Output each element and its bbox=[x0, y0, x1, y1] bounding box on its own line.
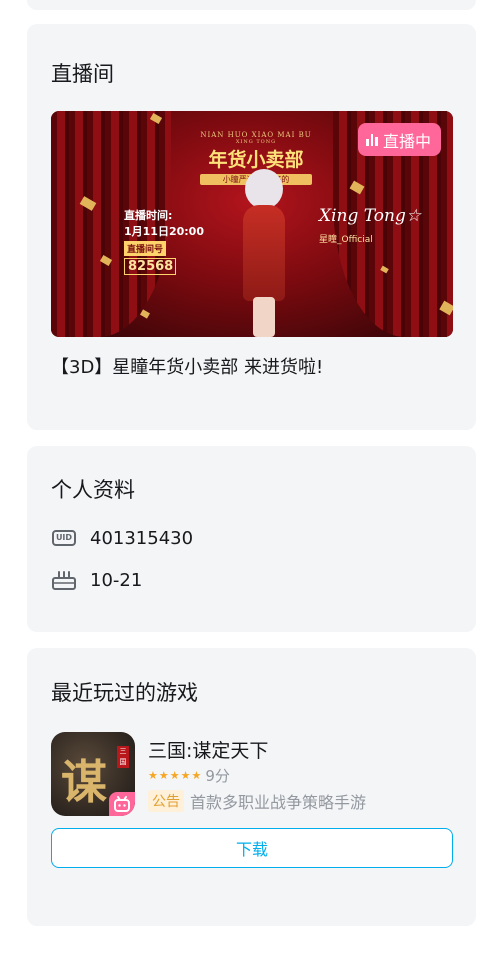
recent-games-title: 最近玩过的游戏 bbox=[51, 681, 198, 705]
banner-en: NIAN HUO XIAO MAI BU bbox=[200, 131, 312, 139]
previous-card bbox=[27, 0, 476, 10]
star-icon: ★ bbox=[158, 769, 169, 782]
game-name[interactable]: 三国:谋定天下 bbox=[148, 736, 268, 763]
game-icon-tag: 三国 bbox=[117, 746, 129, 768]
game-notice: 公告 首款多职业战争策略手游 bbox=[148, 789, 366, 813]
uid-row: UID 401315430 bbox=[51, 527, 193, 549]
figure-head bbox=[245, 169, 283, 209]
live-room-title: 直播间 bbox=[51, 62, 114, 86]
rating-score: 9分 bbox=[205, 767, 230, 785]
cake-icon bbox=[51, 569, 77, 591]
star-icon: ★ bbox=[169, 769, 180, 782]
live-stream-title[interactable]: 【3D】星瞳年货小卖部 来进货啦! bbox=[51, 353, 323, 379]
live-status-badge: 直播中 bbox=[358, 123, 441, 156]
time-value: 1月11日20:00 bbox=[124, 225, 204, 238]
confetti bbox=[140, 309, 150, 319]
signature-text: Xing Tong☆ bbox=[319, 206, 422, 226]
cover-schedule: 直播时间: 1月11日20:00 直播间号 82568 bbox=[124, 207, 204, 275]
birthday-value: 10-21 bbox=[90, 569, 143, 591]
star-icon: ★ bbox=[180, 769, 191, 782]
room-label: 直播间号 bbox=[124, 241, 167, 256]
uid-icon: UID bbox=[51, 527, 77, 549]
game-icon-glyph: 谋 bbox=[61, 755, 107, 809]
star-icon: ★ bbox=[191, 769, 202, 782]
bilibili-tv-icon bbox=[109, 792, 135, 816]
live-room-card: 直播间 NIAN HUO XIAO MAI BU XING TONG 年货小卖部… bbox=[27, 24, 476, 430]
live-bars-icon bbox=[366, 133, 378, 146]
room-number: 82568 bbox=[124, 258, 176, 275]
figure-dress bbox=[243, 205, 285, 301]
game-description: 首款多职业战争策略手游 bbox=[190, 793, 367, 812]
game-app-icon[interactable]: 谋 三国 bbox=[51, 732, 135, 816]
cover-signature: Xing Tong☆ 星瞳_Official bbox=[319, 207, 421, 249]
character-figure bbox=[233, 169, 293, 337]
notice-tag: 公告 bbox=[148, 790, 184, 812]
profile-card: 个人资料 UID 401315430 10-21 bbox=[27, 446, 476, 632]
profile-title: 个人资料 bbox=[51, 478, 135, 502]
download-button[interactable]: 下载 bbox=[51, 828, 453, 868]
uid-value[interactable]: 401315430 bbox=[90, 528, 193, 549]
time-label: 直播时间: bbox=[124, 209, 173, 222]
birthday-row: 10-21 bbox=[51, 569, 142, 591]
live-cover-image[interactable]: NIAN HUO XIAO MAI BU XING TONG 年货小卖部 小瞳严… bbox=[51, 111, 453, 337]
uid-icon-text: UID bbox=[51, 530, 77, 546]
star-icon: ★ bbox=[148, 769, 158, 782]
official-text: 星瞳_Official bbox=[319, 235, 373, 245]
game-rating: ★ ★ ★ ★ ★ 9分 bbox=[148, 765, 230, 786]
live-badge-label: 直播中 bbox=[382, 131, 431, 151]
recent-games-card: 最近玩过的游戏 谋 三国 三国:谋定天下 ★ ★ ★ ★ ★ 9分 公告 首款多… bbox=[27, 648, 476, 926]
banner-cn: 年货小卖部 bbox=[208, 149, 304, 171]
rating-stars-icon: ★ ★ ★ ★ ★ bbox=[148, 769, 201, 782]
figure-legs bbox=[253, 297, 275, 337]
